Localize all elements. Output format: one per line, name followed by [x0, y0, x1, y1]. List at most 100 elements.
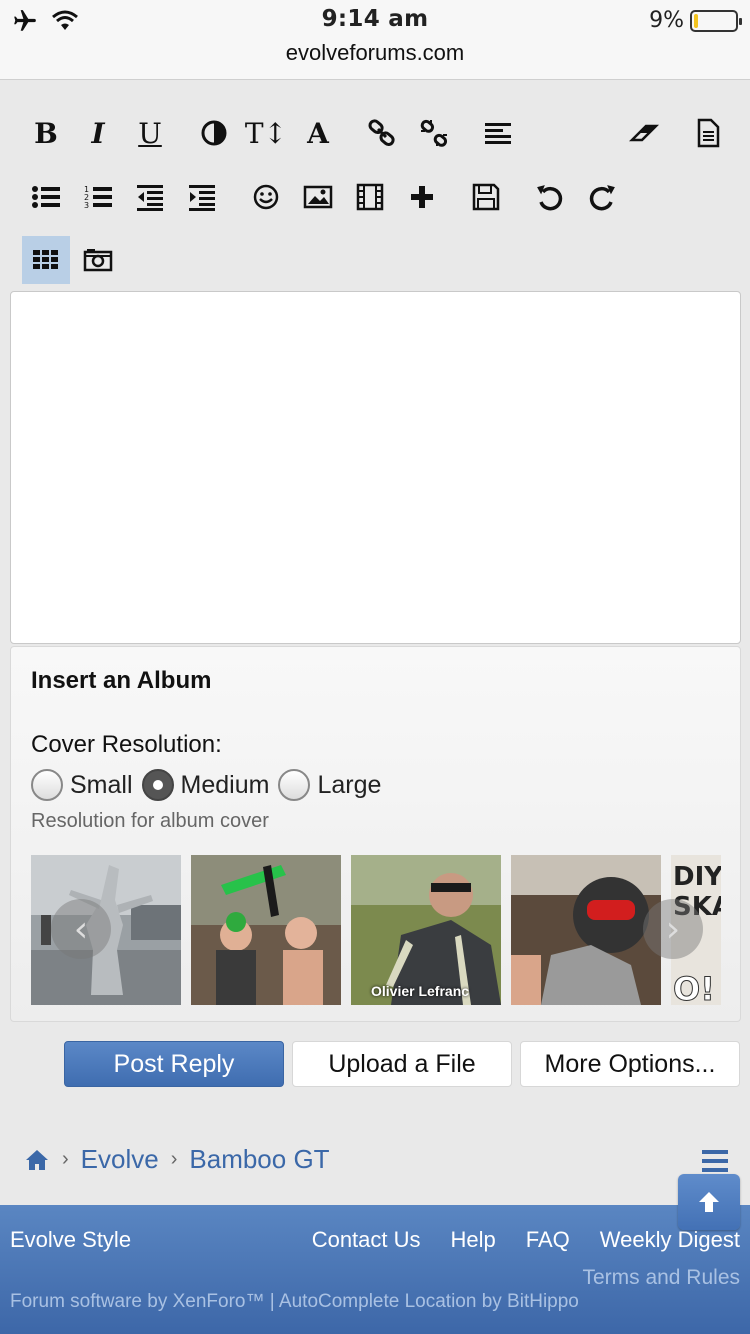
thumb-text-1: DIY — [673, 862, 721, 892]
album-thumb[interactable] — [191, 855, 341, 1005]
breadcrumb-separator: › — [62, 1148, 69, 1170]
faq-link[interactable]: FAQ — [526, 1227, 570, 1253]
radio-large-label: Large — [317, 770, 382, 799]
document-icon — [697, 118, 720, 148]
radio-small[interactable]: Small — [31, 769, 133, 801]
upload-file-button[interactable]: Upload a File — [292, 1041, 512, 1087]
font-family-button[interactable]: A — [294, 109, 342, 157]
battery-percent: 9% — [649, 8, 684, 33]
font-family-label: A — [307, 116, 329, 150]
battery-level — [694, 13, 698, 28]
underline-button[interactable]: U — [126, 109, 174, 157]
camera-icon — [83, 249, 113, 272]
link-icon — [368, 119, 395, 146]
media-button[interactable] — [346, 173, 394, 221]
album-thumb[interactable]: Olivier Lefranc — [351, 855, 501, 1005]
radio-large-button[interactable] — [278, 769, 311, 801]
style-chooser-link[interactable]: Evolve Style — [10, 1227, 131, 1253]
breadcrumb-link-bamboo-gt[interactable]: Bamboo GT — [189, 1144, 329, 1175]
align-button[interactable] — [474, 109, 522, 157]
grid-icon — [33, 250, 58, 269]
camera-button[interactable] — [74, 236, 122, 284]
image-icon — [303, 185, 333, 209]
plus-icon — [411, 186, 433, 208]
radio-small-label: Small — [70, 770, 133, 799]
album-carousel: Olivier Lefranc DIY SKAT O! ‹ › — [31, 855, 721, 1005]
redo-icon — [589, 185, 615, 211]
save-icon — [472, 183, 500, 211]
album-thumb-image — [511, 855, 661, 1005]
bullet-list-button[interactable] — [22, 173, 70, 221]
italic-button[interactable]: I — [74, 109, 122, 157]
arrow-up-icon — [699, 1192, 719, 1212]
breadcrumb-link-evolve[interactable]: Evolve — [81, 1144, 159, 1175]
radio-medium[interactable]: Medium — [141, 769, 270, 801]
italic-label: I — [91, 116, 105, 150]
resolution-hint: Resolution for album cover — [31, 810, 269, 832]
undo-icon — [537, 185, 563, 211]
radio-medium-label: Medium — [180, 770, 270, 799]
radio-large[interactable]: Large — [278, 769, 381, 801]
text-color-button[interactable] — [190, 109, 238, 157]
indent-icon — [189, 185, 215, 211]
unlink-button[interactable] — [410, 109, 458, 157]
thumb-text-3: O! — [673, 970, 715, 1005]
hamburger-menu-icon[interactable] — [702, 1150, 728, 1172]
bold-button[interactable]: B — [22, 109, 70, 157]
bullet-list-icon — [32, 186, 60, 208]
breadcrumb: › Evolve › Bamboo GT — [24, 1144, 330, 1175]
radio-medium-button[interactable] — [141, 769, 174, 801]
undo-button[interactable] — [526, 173, 574, 221]
album-title: Insert an Album — [31, 667, 212, 694]
home-icon[interactable] — [24, 1148, 50, 1172]
battery-status: 9% — [649, 8, 742, 33]
outdent-icon — [137, 185, 163, 211]
image-button[interactable] — [294, 173, 342, 221]
radio-small-button[interactable] — [31, 769, 63, 801]
carousel-next-button[interactable]: › — [643, 899, 703, 959]
smiley-icon — [253, 184, 279, 210]
more-options-button[interactable]: More Options... — [520, 1041, 740, 1087]
align-left-icon — [485, 123, 511, 144]
weekly-digest-link[interactable]: Weekly Digest — [600, 1227, 740, 1253]
battery-icon — [690, 9, 742, 32]
post-reply-button[interactable]: Post Reply — [64, 1041, 284, 1087]
album-thumb-caption: Olivier Lefranc — [371, 983, 470, 999]
toolbar-row-1: B I U T↕ A — [20, 109, 730, 157]
underline-label: U — [138, 116, 162, 150]
clock: 9:14 am — [321, 6, 429, 32]
footer-links: Contact Us Help FAQ Weekly Digest — [312, 1227, 740, 1253]
insert-album-panel: Insert an Album Cover Resolution: Small … — [10, 646, 741, 1022]
redo-button[interactable] — [578, 173, 626, 221]
insert-button[interactable] — [398, 173, 446, 221]
numbered-list-button[interactable]: 123 — [74, 173, 122, 221]
outdent-button[interactable] — [126, 173, 174, 221]
source-button[interactable] — [684, 109, 732, 157]
remove-format-button[interactable] — [620, 109, 668, 157]
address-url[interactable]: evolveforums.com — [0, 40, 750, 66]
link-button[interactable] — [358, 109, 406, 157]
carousel-prev-button[interactable]: ‹ — [51, 899, 111, 959]
scroll-to-top-button[interactable] — [678, 1174, 740, 1230]
cover-resolution-options: Small Medium Large — [31, 769, 390, 801]
toolbar-row-3 — [20, 236, 140, 284]
numbered-list-icon: 123 — [84, 185, 112, 210]
toolbar-row-2: 123 — [20, 173, 730, 221]
breadcrumb-separator: › — [170, 1148, 178, 1170]
save-draft-button[interactable] — [462, 173, 510, 221]
help-link[interactable]: Help — [451, 1227, 496, 1253]
copyright-text: Forum software by XenForo™ | AutoComplet… — [10, 1291, 579, 1312]
eraser-icon — [629, 124, 659, 142]
font-size-button[interactable]: T↕ — [242, 109, 290, 157]
contact-us-link[interactable]: Contact Us — [312, 1227, 421, 1253]
status-bar: 9:14 am 9% evolveforums.com — [0, 0, 750, 80]
message-editor[interactable] — [10, 291, 741, 644]
cover-resolution-label: Cover Resolution: — [31, 731, 222, 758]
smilie-button[interactable] — [242, 173, 290, 221]
indent-button[interactable] — [178, 173, 226, 221]
bold-label: B — [34, 116, 58, 150]
album-thumb[interactable] — [511, 855, 661, 1005]
album-button[interactable] — [22, 236, 70, 284]
terms-link[interactable]: Terms and Rules — [582, 1266, 740, 1290]
film-icon — [356, 183, 384, 211]
